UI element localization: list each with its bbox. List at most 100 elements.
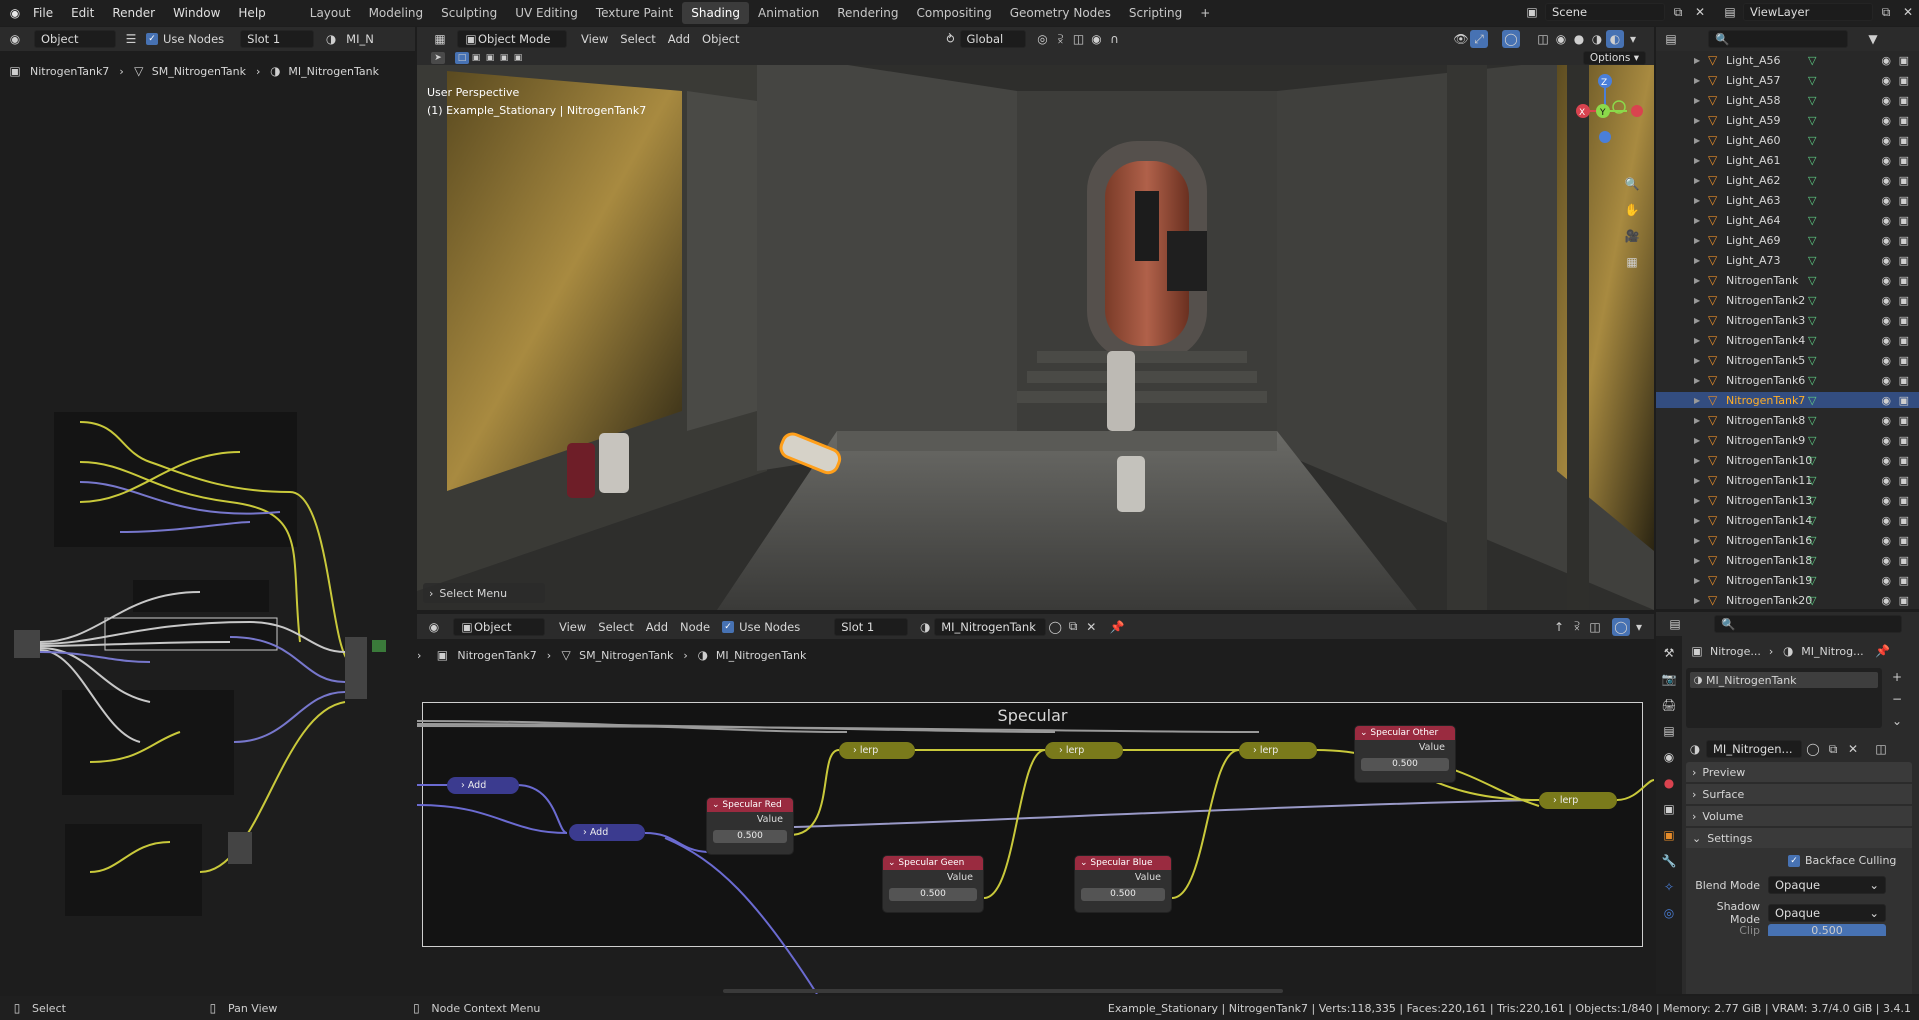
mesh-data-icon[interactable]: ▽ [1808,54,1816,67]
outliner-item[interactable]: ▶ ▽ Light_A58 ▽ ◉ ▣ [1656,92,1919,108]
render-camera-icon[interactable]: ▣ [1899,594,1909,607]
render-camera-icon[interactable]: ▣ [1899,234,1909,247]
filter-icon[interactable]: ▼ [1864,30,1882,48]
tab-geometry-nodes[interactable]: Geometry Nodes [1001,2,1120,24]
outliner-item-name[interactable]: Light_A57 [1726,74,1808,87]
outliner-item-name[interactable]: Light_A59 [1726,114,1808,127]
visibility-eye-icon[interactable]: ◉ [1881,114,1891,127]
tool-select-icon[interactable]: ➤ [431,52,445,64]
menu-edit[interactable]: Edit [62,6,103,20]
expand-triangle-icon[interactable]: ▶ [1694,196,1708,205]
expand-triangle-icon[interactable]: ▶ [1694,396,1708,405]
render-camera-icon[interactable]: ▣ [1899,454,1909,467]
viewport[interactable]: ➤ □ ▣ ▣ ▣ ▣ Options ▾ User Perspective (… [417,51,1654,610]
expand-triangle-icon[interactable]: ▶ [1694,136,1708,145]
expand-triangle-icon[interactable]: ▶ [1694,476,1708,485]
specular-green-value-field[interactable]: 0.500 [889,888,977,901]
outliner-item[interactable]: ▶ ▽ NitrogenTank16 ▽ ◉ ▣ [1656,532,1919,548]
outliner-item[interactable]: ▶ ▽ NitrogenTank20 ▽ ◉ ▣ [1656,592,1919,608]
expand-triangle-icon[interactable]: ▶ [1694,216,1708,225]
mesh-data-icon[interactable]: ▽ [1808,254,1816,267]
mesh-data-icon[interactable]: ▽ [1808,494,1816,507]
mesh-data-icon[interactable]: ▽ [1808,394,1816,407]
object-tab-icon[interactable]: ▣ [1660,826,1678,844]
pin-icon[interactable]: 📌 [1108,618,1126,636]
outliner-item-name[interactable]: NitrogenTank13 [1726,494,1812,507]
outliner-item-name[interactable]: NitrogenTank7 [1726,394,1808,407]
expand-triangle-icon[interactable]: ▶ [1694,456,1708,465]
render-camera-icon[interactable]: ▣ [1899,354,1909,367]
visibility-eye-icon[interactable]: ◉ [1881,174,1891,187]
options-dropdown[interactable]: Options ▾ [1582,51,1646,65]
editor-type-icon[interactable]: ◉ [6,30,24,48]
material-field-short[interactable]: MI_N [340,30,380,48]
visibility-eye-icon[interactable]: ◉ [1881,94,1891,107]
specular-red-value-field[interactable]: 0.500 [713,830,787,843]
visibility-eye-icon[interactable]: ◉ [1881,294,1891,307]
delete-view-layer-icon[interactable]: ✕ [1899,3,1917,21]
snap-icon[interactable]: ⫂ [1052,30,1070,48]
expand-triangle-icon[interactable]: ▶ [1694,516,1708,525]
render-camera-icon[interactable]: ▣ [1899,394,1909,407]
viewport-menu-select[interactable]: Select [614,30,661,48]
expand-triangle-icon[interactable]: ▶ [1694,116,1708,125]
visibility-eye-icon[interactable]: ◉ [1881,194,1891,207]
menu-render[interactable]: Render [103,6,164,20]
outliner-item[interactable]: ▶ ▽ NitrogenTank7 ▽ ◉ ▣ [1656,392,1919,409]
shading-options-icon[interactable]: ▾ [1624,30,1642,48]
expand-triangle-icon[interactable]: ▶ [1694,496,1708,505]
outliner-item[interactable]: ▶ ▽ NitrogenTank6 ▽ ◉ ▣ [1656,372,1919,388]
outliner-item-name[interactable]: Light_A63 [1726,194,1808,207]
outliner-item-name[interactable]: Light_A58 [1726,94,1808,107]
new-view-layer-icon[interactable]: ⧉ [1877,3,1895,21]
specular-green-header[interactable]: ⌄ Specular Geen [883,856,983,870]
render-camera-icon[interactable]: ▣ [1899,374,1909,387]
tab-scripting[interactable]: Scripting [1120,2,1191,24]
outliner-item[interactable]: ▶ ▽ Light_A62 ▽ ◉ ▣ [1656,172,1919,188]
mesh-data-icon[interactable]: ▽ [1808,574,1816,587]
outliner-item-name[interactable]: NitrogenTank16 [1726,534,1812,547]
mesh-data-icon[interactable]: ▽ [1808,294,1816,307]
expand-triangle-icon[interactable]: ▶ [1694,436,1708,445]
view-layer-selector[interactable]: ViewLayer [1743,3,1873,21]
expand-triangle-icon[interactable]: ▶ [1694,76,1708,85]
expand-triangle-icon[interactable]: ▶ [1694,536,1708,545]
editor-type-icon[interactable]: ▤ [1666,615,1684,633]
add-slot-icon[interactable]: + [1888,668,1906,686]
mesh-data-icon[interactable]: ▽ [1808,594,1816,607]
duplicate-material-icon[interactable]: ⧉ [1064,618,1082,636]
shadow-mode-dropdown[interactable]: Opaque ⌄ [1768,904,1886,922]
outliner-item[interactable]: ▶ ▽ NitrogenTank ▽ ◉ ▣ [1656,272,1919,288]
properties-search[interactable]: 🔍 [1714,615,1902,633]
delete-scene-icon[interactable]: ✕ [1691,3,1709,21]
mesh-data-icon[interactable]: ▽ [1808,314,1816,327]
outliner-item[interactable]: ▶ ▽ Light_A57 ▽ ◉ ▣ [1656,72,1919,88]
tab-texture-paint[interactable]: Texture Paint [587,2,682,24]
world-tab-icon[interactable]: ● [1660,774,1678,792]
visibility-eye-icon[interactable]: ◉ [1881,374,1891,387]
mesh-data-icon[interactable]: ▽ [1808,94,1816,107]
outliner-item[interactable]: ▶ ▽ Light_A61 ▽ ◉ ▣ [1656,152,1919,168]
specular-other-node[interactable]: ⌄ Specular Other Value 0.500 [1355,726,1455,782]
menu-file[interactable]: File [24,6,62,20]
visibility-eye-icon[interactable]: ◉ [1881,54,1891,67]
visibility-eye-icon[interactable]: ◉ [1881,154,1891,167]
add-node-1[interactable]: › Add [447,777,519,794]
visibility-icon[interactable]: 👁 [1452,30,1470,48]
render-camera-icon[interactable]: ▣ [1899,114,1909,127]
hand-pan-icon[interactable]: ✋ [1623,201,1641,219]
material-shading-icon[interactable]: ◑ [1588,30,1606,48]
lerp-node-3[interactable]: › lerp [1239,742,1317,759]
view-layer-tab-icon[interactable]: ▤ [1660,722,1678,740]
material-icon[interactable]: ◑ [916,618,934,636]
node-menu-select[interactable]: Select [592,618,639,636]
view-layer-icon[interactable]: ▤ [1721,3,1739,21]
tab-rendering[interactable]: Rendering [828,2,907,24]
lerp-node-1[interactable]: › lerp [839,742,915,759]
use-nodes-toggle[interactable]: ✓ Use Nodes [140,30,230,48]
outliner-search[interactable]: 🔍 [1708,30,1848,48]
expand-triangle-icon[interactable]: ▶ [1694,176,1708,185]
visibility-eye-icon[interactable]: ◉ [1881,474,1891,487]
render-camera-icon[interactable]: ▣ [1899,574,1909,587]
specular-blue-header[interactable]: ⌄ Specular Blue [1075,856,1171,870]
